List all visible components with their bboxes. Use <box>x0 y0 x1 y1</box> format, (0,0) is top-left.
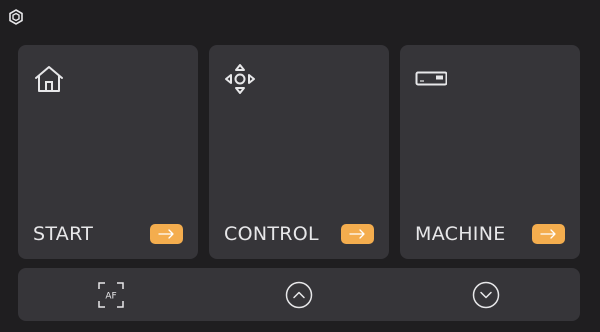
start-arrow-button[interactable] <box>150 224 183 244</box>
control-label: CONTROL <box>224 223 319 245</box>
autofocus-label: AF <box>105 292 116 302</box>
hex-logo-icon <box>9 9 23 25</box>
move-arrows-icon <box>225 64 255 94</box>
chevron-down-circle-icon[interactable] <box>471 280 501 310</box>
start-card[interactable]: START <box>18 45 198 259</box>
autofocus-icon[interactable]: AF <box>96 280 126 310</box>
machine-card[interactable]: MACHINE <box>400 45 580 259</box>
chevron-up-circle-icon[interactable] <box>284 280 314 310</box>
home-icon <box>35 66 63 92</box>
start-label: START <box>33 223 94 245</box>
machine-icon <box>415 71 447 86</box>
bottom-toolbar: AF <box>18 268 580 321</box>
control-arrow-button[interactable] <box>341 224 374 244</box>
machine-arrow-button[interactable] <box>532 224 565 244</box>
arrow-right-icon <box>158 229 174 239</box>
machine-label: MACHINE <box>415 223 506 245</box>
main-screen: START CONTROL MACHINE AF <box>0 0 600 332</box>
arrow-right-icon <box>349 229 365 239</box>
arrow-right-icon <box>540 229 556 239</box>
control-card[interactable]: CONTROL <box>209 45 389 259</box>
